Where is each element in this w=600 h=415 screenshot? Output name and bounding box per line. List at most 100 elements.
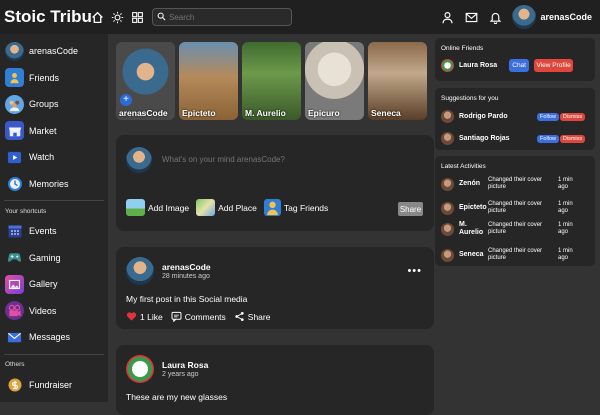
sidebar-item-gaming[interactable]: Gaming [0,245,108,272]
post-card: arenasCode 28 minutes ago ••• My first p… [116,247,434,329]
activity-name[interactable]: Seneca [459,251,488,259]
suggestion-name[interactable]: Rodrigo Pardo [459,113,513,120]
sidebar-item-gallery[interactable]: Gallery [0,271,108,298]
divider [4,353,104,355]
sidebar-item-label: Fundraiser [29,379,73,390]
avatar[interactable] [441,59,454,72]
story-card[interactable]: Seneca [368,42,427,120]
suggestion-row: Santiago Rojas Follow Dismiss [435,132,595,145]
watch-icon [5,148,24,167]
like-button[interactable]: 1 Like [126,311,163,322]
post-time: 28 minutes ago [162,273,210,280]
story-name: Epicuro [308,108,340,118]
share-post-button[interactable]: Share [234,311,270,322]
sidebar-item-profile[interactable]: arenasCode [0,38,108,65]
search-input[interactable] [169,12,284,22]
sidebar-item-groups[interactable]: Groups [0,91,108,118]
comments-button[interactable]: Comments [171,311,226,322]
gallery-icon [5,274,24,294]
activity-desc: Changed their cover picture [488,222,543,235]
grid-icon[interactable] [128,8,146,26]
avatar[interactable] [126,257,154,285]
post-actions: Add Image Add Place Tag Friends [126,199,335,216]
story-card[interactable]: Epicteto [179,42,238,120]
activity-desc: Changed their cover picture [488,248,543,261]
home-icon[interactable] [88,8,106,26]
sidebar-item-label: Videos [29,305,57,316]
user-name: arenasCode [540,12,592,22]
story-name: M. Aurelio [245,108,286,118]
sidebar-item-fundraiser[interactable]: Fundraiser [0,372,108,399]
sidebar-item-label: arenasCode [29,46,79,57]
user-menu[interactable]: arenasCode [512,5,592,29]
sidebar-item-market[interactable]: Market [0,118,108,145]
share-icon [235,312,244,321]
avatar[interactable] [441,222,454,236]
feed: + arenasCode Epicteto M. Aurelio Epicuro… [108,34,434,415]
post-header: arenasCode 28 minutes ago [126,257,211,285]
like-count: 1 Like [140,311,163,322]
sun-icon[interactable] [108,8,126,26]
sidebar-item-label: Messages [29,332,71,343]
follow-button[interactable]: Follow [537,134,559,143]
avatar[interactable] [441,201,454,215]
avatar[interactable] [441,177,454,191]
tag-friends-label: Tag Friends [283,202,329,213]
view-profile-button[interactable]: View Profile [534,59,574,72]
left-sidebar: arenasCode Friends Groups Market Watch M… [0,34,108,402]
post-author[interactable]: arenasCode [162,262,211,272]
sidebar-item-memories[interactable]: Memories [0,171,108,198]
sidebar-item-watch[interactable]: Watch [0,144,108,171]
dismiss-button[interactable]: Dismiss [560,134,585,143]
share-button[interactable]: Share [398,202,423,216]
bell-icon[interactable] [486,8,504,26]
activity-name[interactable]: Epicteto [459,204,488,212]
market-icon [5,121,24,141]
sidebar-item-label: Market [29,125,57,136]
follow-button[interactable]: Follow [537,112,559,121]
post-input[interactable] [162,155,402,164]
search-box[interactable] [152,8,292,26]
story-card[interactable]: Epicuro [305,42,364,120]
add-place-button[interactable]: Add Place [196,199,257,216]
sidebar-item-messages[interactable]: Messages [0,324,108,351]
activity-row: Seneca Changed their cover picture 1 min… [435,248,595,262]
avatar [5,41,24,61]
avatar[interactable] [441,110,454,123]
friend-name[interactable]: Laura Rosa [459,62,497,69]
activity-row: Zenón Changed their cover picture 1 min … [435,177,595,191]
activity-name[interactable]: Zenón [459,180,488,188]
story-name: Seneca [371,108,401,118]
sidebar-item-events[interactable]: Events [0,218,108,245]
sidebar-item-friends[interactable]: Friends [0,65,108,92]
app-logo[interactable]: Stoic Tribu [4,7,92,27]
avatar [512,5,537,29]
sidebar-item-label: Memories [29,178,69,189]
post-author[interactable]: Laura Rosa [162,360,208,370]
more-options-icon[interactable]: ••• [407,265,422,277]
chat-button[interactable]: Chat [509,59,530,72]
post-text: My first post in this Social media [126,294,248,304]
sidebar-item-videos[interactable]: Videos [0,298,108,325]
suggestions-title: Suggestions for you [441,95,499,102]
comment-icon [171,311,182,322]
fundraiser-icon [5,375,24,394]
post-text: These are my new glasses [126,392,228,402]
add-story-button[interactable]: + [120,94,132,106]
suggestion-name[interactable]: Santiago Rojas [459,135,513,142]
tag-friends-button[interactable]: Tag Friends [263,199,329,216]
post-header: Laura Rosa 2 years ago [126,355,208,383]
add-image-button[interactable]: Add Image [126,199,189,216]
person-icon[interactable] [438,8,456,26]
activity-time: 1 min ago [558,177,573,190]
mail-icon[interactable] [462,8,480,26]
avatar[interactable] [441,132,454,145]
dismiss-button[interactable]: Dismiss [560,112,585,121]
story-card[interactable]: + arenasCode [116,42,175,120]
activity-time: 1 min ago [558,248,573,261]
story-card[interactable]: M. Aurelio [242,42,301,120]
activity-name[interactable]: M. Aurelio [459,221,488,237]
avatar[interactable] [126,355,154,383]
avatar[interactable] [441,248,454,262]
activity-time: 1 min ago [558,201,573,214]
